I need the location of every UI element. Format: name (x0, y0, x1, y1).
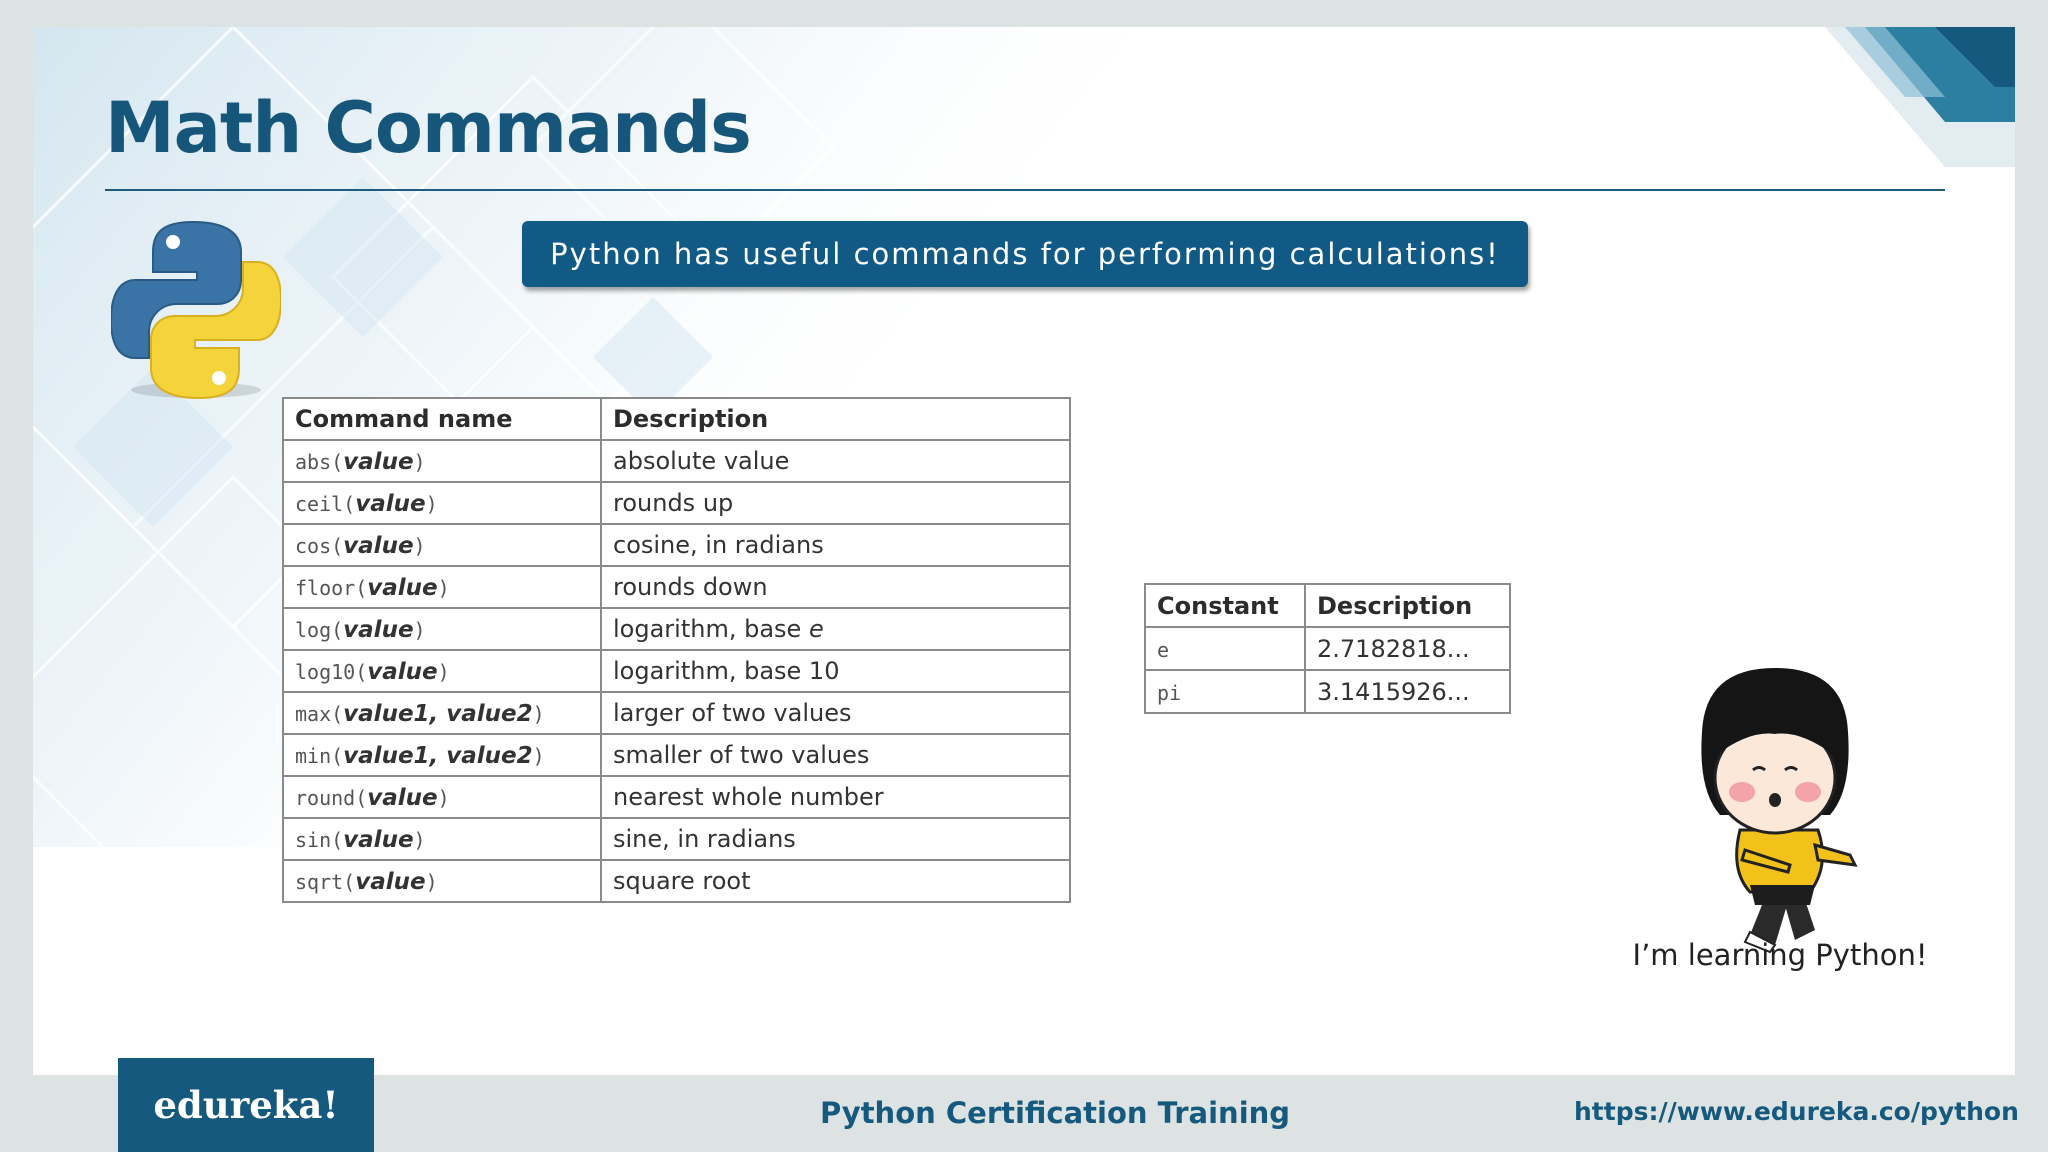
cartoon-girl-illustration (1701, 668, 1858, 954)
command-cell: cos(value) (282, 523, 602, 567)
python-logo-icon (111, 220, 281, 400)
table-row: cos(value) cosine, in radians (282, 523, 1071, 567)
function-args: value (343, 617, 414, 643)
constant-value-cell: 2.7182818... (1304, 626, 1511, 671)
table-row: e 2.7182818... (1144, 626, 1511, 671)
footer-url: https://www.edureka.co/python (1574, 1097, 2019, 1126)
constant-name-cell: e (1144, 626, 1306, 671)
function-args: value1, value2 (343, 743, 533, 769)
function-args: value (367, 785, 438, 811)
constant-name: e (1157, 637, 1170, 662)
command-cell: min(value1, value2) (282, 733, 602, 777)
table-row: log(value) logarithm, base e (282, 607, 1071, 651)
column-header: Description (1304, 583, 1511, 628)
table-row: floor(value) rounds down (282, 565, 1071, 609)
description-italic: e (808, 615, 824, 643)
table-header-row: Constant Description (1144, 583, 1511, 628)
function-name: ceil (295, 492, 344, 516)
column-header: Description (600, 397, 1071, 441)
command-cell: ceil(value) (282, 481, 602, 525)
command-cell: round(value) (282, 775, 602, 819)
description-cell: cosine, in radians (600, 523, 1071, 567)
description-cell: rounds down (600, 565, 1071, 609)
command-cell: floor(value) (282, 565, 602, 609)
function-args: value (367, 659, 438, 685)
course-title: Python Certification Training (820, 1096, 1291, 1130)
table-header-row: Command name Description (282, 397, 1071, 441)
description-text: logarithm, base (613, 615, 809, 643)
function-name: log10 (295, 660, 356, 684)
column-header: Constant (1144, 583, 1306, 628)
edureka-logo: edureka! (118, 1058, 374, 1152)
description-cell: logarithm, base e (600, 607, 1071, 651)
function-name: cos (295, 534, 332, 558)
function-name: max (295, 702, 332, 726)
function-name: abs (295, 450, 332, 474)
math-commands-table: Command name Description abs(value) abso… (282, 397, 1071, 903)
function-name: sin (295, 828, 332, 852)
function-args: value (355, 491, 426, 517)
command-cell: log10(value) (282, 649, 602, 693)
constant-name: pi (1157, 680, 1182, 705)
corner-decoration (1825, 27, 2015, 167)
command-cell: sqrt(value) (282, 859, 602, 903)
function-args: value (367, 575, 438, 601)
table-row: log10(value) logarithm, base 10 (282, 649, 1071, 693)
description-cell: logarithm, base 10 (600, 649, 1071, 693)
function-args: value1, value2 (343, 701, 533, 727)
function-args: value (343, 449, 414, 475)
function-name: floor (295, 576, 356, 600)
table-row: sqrt(value) square root (282, 859, 1071, 903)
illustration-caption: I’m learning Python! (1632, 938, 1928, 972)
table-row: abs(value) absolute value (282, 439, 1071, 483)
command-cell: max(value1, value2) (282, 691, 602, 735)
description-cell: absolute value (600, 439, 1071, 483)
table-row: ceil(value) rounds up (282, 481, 1071, 525)
function-args: value (343, 827, 414, 853)
table-row: sin(value) sine, in radians (282, 817, 1071, 861)
constants-table: Constant Description e 2.7182818... pi 3… (1144, 583, 1511, 714)
function-name: log (295, 618, 332, 642)
slide-title: Math Commands (105, 87, 752, 169)
table-row: max(value1, value2) larger of two values (282, 691, 1071, 735)
table-row: round(value) nearest whole number (282, 775, 1071, 819)
description-cell: smaller of two values (600, 733, 1071, 777)
function-name: sqrt (295, 870, 344, 894)
command-cell: log(value) (282, 607, 602, 651)
function-args: value (355, 869, 426, 895)
constant-value-cell: 3.1415926... (1304, 669, 1511, 714)
command-cell: sin(value) (282, 817, 602, 861)
info-banner: Python has useful commands for performin… (522, 221, 1528, 287)
description-cell: nearest whole number (600, 775, 1071, 819)
constant-name-cell: pi (1144, 669, 1306, 714)
function-name: round (295, 786, 356, 810)
description-cell: rounds up (600, 481, 1071, 525)
function-name: min (295, 744, 332, 768)
column-header: Command name (282, 397, 602, 441)
description-cell: larger of two values (600, 691, 1071, 735)
title-divider (105, 189, 1945, 191)
command-cell: abs(value) (282, 439, 602, 483)
function-args: value (343, 533, 414, 559)
table-row: pi 3.1415926... (1144, 669, 1511, 714)
table-row: min(value1, value2) smaller of two value… (282, 733, 1071, 777)
description-cell: sine, in radians (600, 817, 1071, 861)
description-cell: square root (600, 859, 1071, 903)
